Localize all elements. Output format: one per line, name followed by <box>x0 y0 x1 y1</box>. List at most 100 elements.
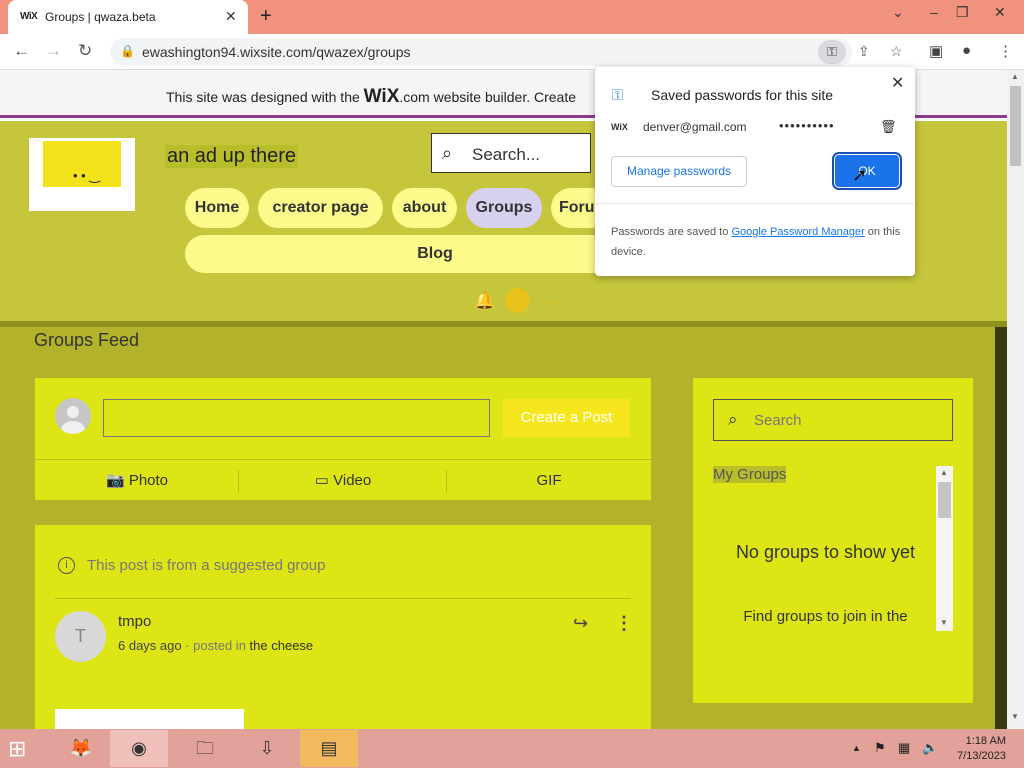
post-image[interactable] <box>55 709 244 729</box>
my-groups-panel: ⌕ Search My Groups No groups to show yet… <box>693 378 973 703</box>
tab-search-icon[interactable]: ⌄ <box>892 4 904 21</box>
password-manager-link[interactable]: Google Password Manager <box>731 226 864 238</box>
groups-scrollbar[interactable]: ▲ ▼ <box>936 466 953 631</box>
banner-text-before: This site was designed with the <box>166 89 364 105</box>
side-panel-icon[interactable]: ▣ <box>929 42 943 60</box>
bell-icon[interactable]: 🔔 <box>474 291 495 311</box>
mouse-cursor-icon: ➚ <box>852 165 868 185</box>
tab-title: Groups | qwaza.beta <box>45 10 156 24</box>
chevron-down-icon[interactable]: ⌄ <box>543 291 555 308</box>
installer-icon[interactable]: ⇩ <box>238 730 296 767</box>
video-button[interactable]: ▭ Video <box>239 460 447 501</box>
post-composer: Create a Post 📷 Photo ▭ Video GIF <box>35 378 651 500</box>
url-text[interactable]: ewashington94.wixsite.com/qwazex/groups <box>142 44 410 60</box>
saved-username: denver@gmail.com <box>643 120 747 134</box>
post-meta: 6 days ago · posted in the cheese <box>118 638 313 653</box>
post-time: 6 days ago <box>118 638 182 653</box>
share-icon[interactable]: ⇪ <box>858 43 870 60</box>
photo-label: Photo <box>128 472 169 489</box>
scroll-down-icon[interactable]: ▼ <box>1011 712 1019 721</box>
browser-tab[interactable]: WiX Groups | qwaza.beta ✕ <box>8 0 248 34</box>
wix-logo: WiX <box>363 86 400 107</box>
post-divider <box>55 598 631 599</box>
key-icon[interactable]: ⚿ <box>818 40 846 64</box>
banner-text: This site was designed with the WiX.com … <box>166 86 576 108</box>
volume-icon[interactable]: 🔈 <box>922 740 938 756</box>
trash-icon[interactable]: 🗑 <box>880 119 897 135</box>
scroll-thumb[interactable] <box>938 482 951 518</box>
manage-passwords-button[interactable]: Manage passwords <box>611 156 747 187</box>
scroll-thumb[interactable] <box>1010 86 1021 166</box>
my-groups-heading: My Groups <box>713 466 787 483</box>
chrome-icon[interactable]: ◉ <box>110 730 168 767</box>
windows-start-icon[interactable]: ⊞ <box>8 736 26 762</box>
nav-groups[interactable]: Groups <box>466 188 542 228</box>
more-options-icon[interactable]: ⋮ <box>615 613 633 634</box>
footer-text-before: Passwords are saved to <box>611 226 732 238</box>
saved-password-mask: •••••••••• <box>779 118 835 133</box>
scroll-down-icon[interactable]: ▼ <box>940 618 948 627</box>
windows-taskbar: ⊞ 🦊 ◉ 🗀 ⇩ ▤ ▲ ⚑ ▦ 🔈 1:18 AM 7/13/2023 <box>0 729 1024 768</box>
logo-face: • • ‿ <box>73 168 100 183</box>
close-icon[interactable]: ✕ <box>891 73 904 93</box>
taskbar-clock[interactable]: 1:18 AM 7/13/2023 <box>946 734 1006 764</box>
forward-button[interactable]: → <box>45 41 62 61</box>
video-label: Video <box>333 472 372 489</box>
reload-button[interactable]: ↻ <box>78 41 92 61</box>
share-icon[interactable]: ↪ <box>573 613 588 634</box>
gif-button[interactable]: GIF <box>447 460 651 501</box>
new-tab-button[interactable]: + <box>260 5 272 28</box>
restore-button[interactable]: ❐ <box>956 4 969 21</box>
search-icon: ⌕ <box>442 143 453 163</box>
post-author[interactable]: tmpo <box>118 613 151 630</box>
page-title: Groups Feed <box>34 330 140 350</box>
composer-actions: 📷 Photo ▭ Video GIF <box>35 459 651 500</box>
post-group-link[interactable]: the cheese <box>250 638 314 653</box>
footer-text: Passwords are saved to Google Password M… <box>611 222 903 262</box>
file-explorer-icon[interactable]: 🗀 <box>176 730 234 767</box>
composer-avatar <box>55 398 91 434</box>
address-bar[interactable]: 🔒 ewashington94.wixsite.com/qwazex/group… <box>110 38 903 66</box>
posted-in-label: · posted in <box>181 638 250 653</box>
network-icon[interactable]: ▦ <box>898 740 910 756</box>
bookmark-star-icon[interactable]: ☆ <box>890 43 903 60</box>
empty-state-title: No groups to show yet <box>735 542 916 562</box>
scroll-up-icon[interactable]: ▲ <box>1011 72 1019 81</box>
nav-about[interactable]: about <box>392 188 457 228</box>
key-icon: ⚿ <box>612 87 624 104</box>
show-hidden-icons-icon[interactable]: ▲ <box>852 743 861 753</box>
post-input[interactable] <box>103 399 490 437</box>
site-logo[interactable]: • • ‿ <box>29 138 135 211</box>
minimize-button[interactable]: – <box>930 4 938 20</box>
groups-search-box[interactable]: ⌕ Search <box>713 399 953 441</box>
flag-icon[interactable]: ⚑ <box>874 740 886 756</box>
post-author-avatar[interactable]: T <box>55 611 106 662</box>
ad-text: an ad up there <box>165 145 298 168</box>
feed-post: i This post is from a suggested group T … <box>35 525 651 729</box>
firefox-icon[interactable]: 🦊 <box>52 730 110 767</box>
lock-icon[interactable]: 🔒 <box>120 44 135 58</box>
site-search-input[interactable]: Search... <box>472 145 540 165</box>
archive-icon[interactable]: ▤ <box>300 730 358 767</box>
clock-date: 7/13/2023 <box>957 750 1006 762</box>
groups-search-input[interactable]: Search <box>754 412 802 429</box>
feed-divider <box>0 321 1007 327</box>
page-scrollbar[interactable]: ▲ ▼ <box>1007 70 1024 729</box>
nav-creator-page[interactable]: creator page <box>258 188 383 228</box>
banner-text-after: .com website builder. Create <box>399 89 577 105</box>
photo-button[interactable]: 📷 Photo <box>35 460 239 501</box>
info-icon: i <box>58 557 75 574</box>
wix-favicon-icon: WiX <box>20 11 38 22</box>
nav-home[interactable]: Home <box>185 188 249 228</box>
back-button[interactable]: ← <box>13 41 30 61</box>
close-window-button[interactable]: ✕ <box>994 4 1006 21</box>
profile-icon[interactable]: ● <box>962 42 971 59</box>
scroll-up-icon[interactable]: ▲ <box>940 468 948 477</box>
tab-close-icon[interactable]: ✕ <box>225 8 237 25</box>
empty-state-subtitle: Find groups to join in the <box>743 608 908 625</box>
browser-menu-icon[interactable]: ⋮ <box>998 42 1013 60</box>
create-post-button[interactable]: Create a Post <box>503 399 630 437</box>
site-search-box[interactable]: ⌕ Search... <box>431 133 591 173</box>
wix-site-icon: WiX <box>611 122 628 132</box>
user-avatar[interactable] <box>505 288 530 313</box>
